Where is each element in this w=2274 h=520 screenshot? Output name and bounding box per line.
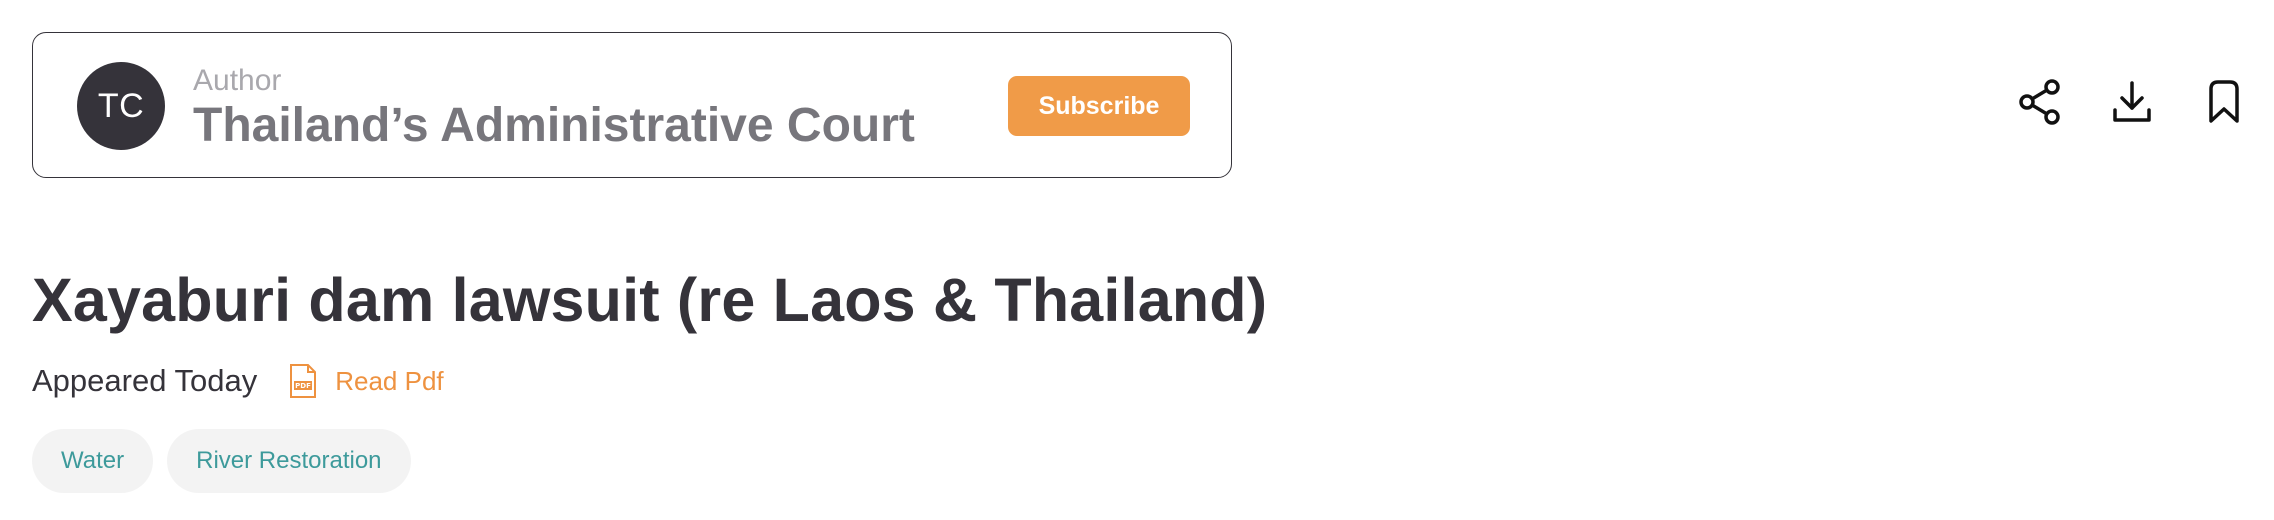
author-card: TC Author Thailand’s Administrative Cour… [32,32,1232,178]
article-meta: Appeared Today PDF Read Pdf [32,360,444,402]
article-title: Xayaburi dam lawsuit (re Laos & Thailand… [32,266,1268,334]
download-icon[interactable] [2108,74,2156,130]
tag-river-restoration[interactable]: River Restoration [167,429,411,493]
tag-list: Water River Restoration [32,429,411,493]
avatar[interactable]: TC [77,62,165,150]
author-name[interactable]: Thailand’s Administrative Court [193,97,915,155]
article-actions [2016,74,2248,130]
tag-water[interactable]: Water [32,429,154,493]
svg-text:PDF: PDF [295,382,311,390]
appeared-date: Appeared Today [32,363,258,398]
read-pdf-link[interactable]: Read Pdf [335,366,443,397]
share-icon[interactable] [2016,74,2064,130]
bookmark-icon[interactable] [2200,74,2248,130]
pdf-file-icon[interactable]: PDF [289,363,317,399]
author-label: Author [193,64,282,97]
subscribe-button[interactable]: Subscribe [1008,76,1190,136]
